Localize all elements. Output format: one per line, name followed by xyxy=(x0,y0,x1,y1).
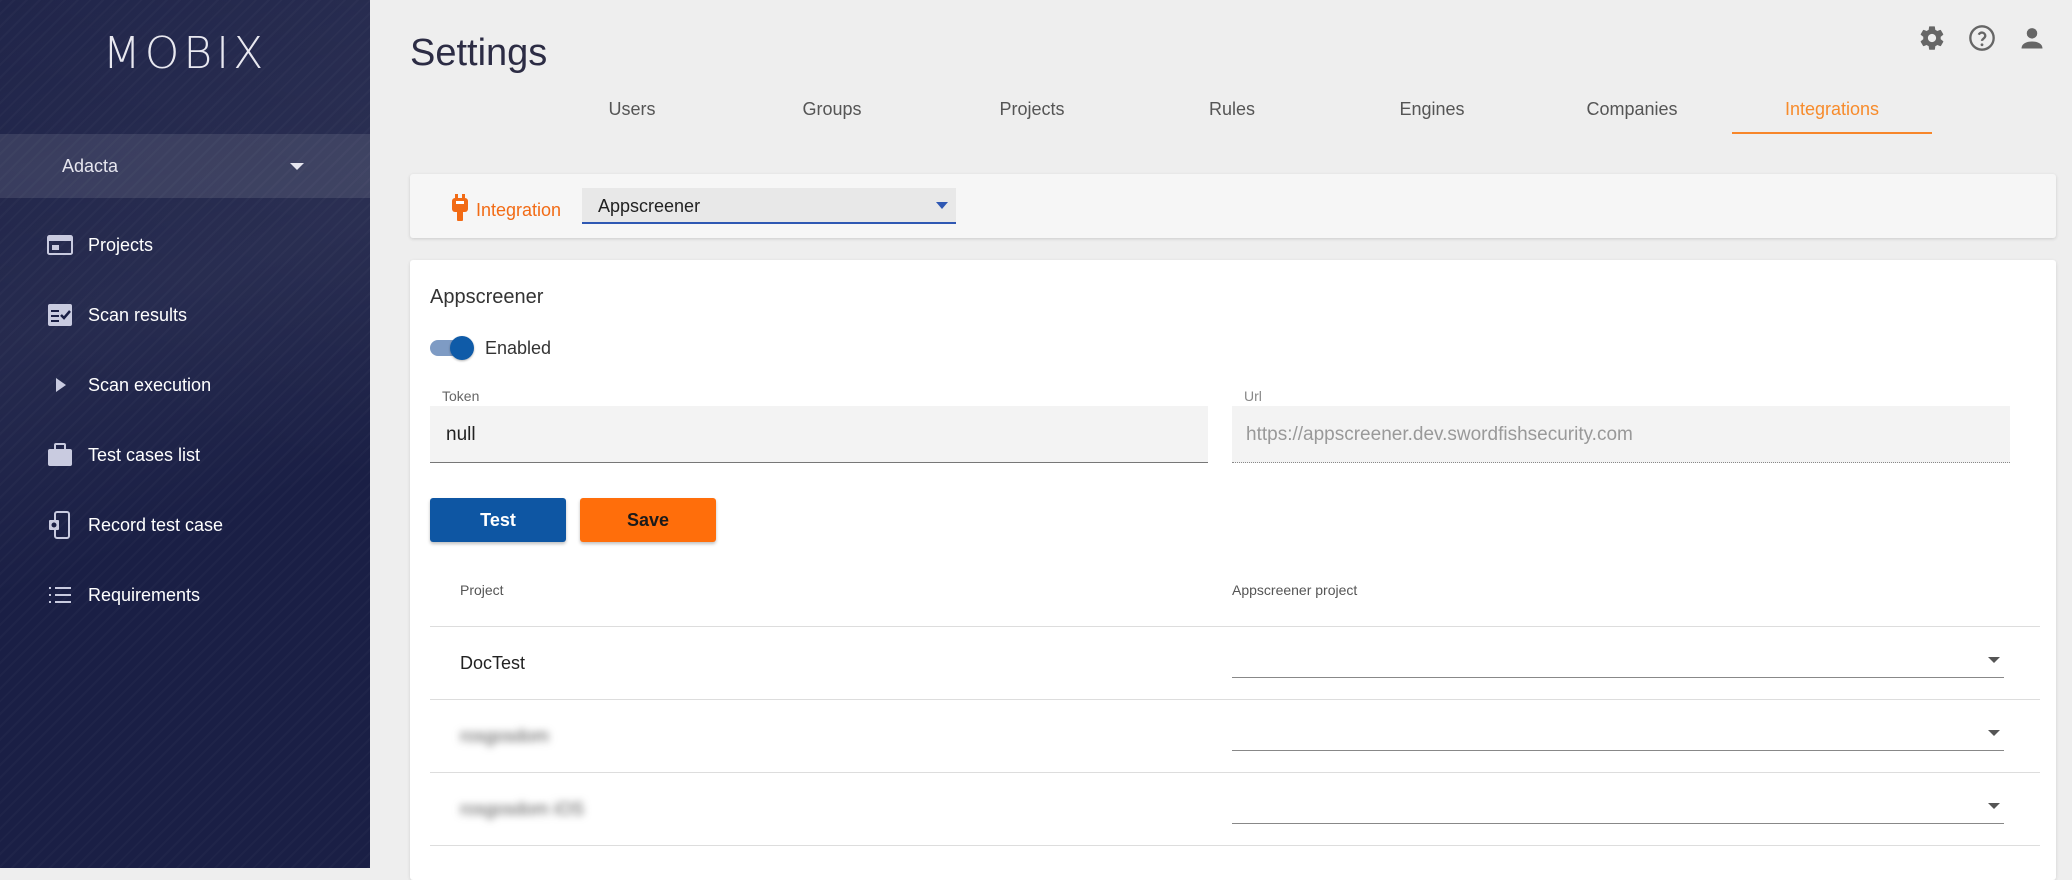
sidebar-item-scan-execution[interactable]: Scan execution xyxy=(0,350,370,420)
test-button[interactable]: Test xyxy=(430,498,566,542)
scan-results-icon xyxy=(46,301,74,329)
enabled-toggle[interactable] xyxy=(430,336,476,360)
settings-tabs: Users Groups Projects Rules Engines Comp… xyxy=(532,84,1932,134)
sidebar-item-record-test-case[interactable]: Record test case xyxy=(0,490,370,560)
tab-engines[interactable]: Engines xyxy=(1332,84,1532,134)
company-selector[interactable]: Adacta xyxy=(0,134,370,198)
project-mapping-table: Project Appscreener project DocTest rosg… xyxy=(430,560,2040,846)
url-field: https://appscreener.dev.swordfishsecurit… xyxy=(1232,406,2010,463)
account-icon[interactable] xyxy=(2018,24,2046,52)
list-icon xyxy=(46,581,74,609)
caret-down-icon xyxy=(1988,657,2000,663)
tab-projects[interactable]: Projects xyxy=(932,84,1132,134)
sidebar-item-label: Record test case xyxy=(88,514,224,535)
caret-down-icon xyxy=(936,202,948,209)
integration-select-value: Appscreener xyxy=(598,196,701,216)
token-value: null xyxy=(446,424,476,445)
tab-integrations[interactable]: Integrations xyxy=(1732,84,1932,134)
integration-selector-card: Integration Appscreener xyxy=(410,174,2056,238)
sidebar-item-label: Scan results xyxy=(88,304,188,325)
table-row: rosgosdom iOS xyxy=(430,773,2040,846)
tab-rules[interactable]: Rules xyxy=(1132,84,1332,134)
section-title: Appscreener xyxy=(430,286,544,308)
project-name: DocTest xyxy=(460,653,526,673)
table-row: DocTest xyxy=(430,627,2040,700)
appscreener-project-select[interactable] xyxy=(1232,791,2004,824)
plug-icon xyxy=(450,194,470,227)
caret-down-icon xyxy=(1988,803,2000,809)
integration-settings-card: Appscreener Enabled Token null Url https… xyxy=(410,260,2056,880)
help-icon[interactable] xyxy=(1968,24,1996,52)
project-name: rosgosdom xyxy=(460,726,550,746)
integration-label-text: Integration xyxy=(476,200,562,220)
column-header-appscreener-project: Appscreener project xyxy=(1232,582,1358,598)
app-logo: MOBIX xyxy=(102,28,268,79)
save-button[interactable]: Save xyxy=(580,498,716,542)
gear-icon[interactable] xyxy=(1918,24,1946,52)
play-icon xyxy=(46,371,74,399)
company-name: Adacta xyxy=(62,155,119,176)
url-value: https://appscreener.dev.swordfishsecurit… xyxy=(1246,424,1633,445)
projects-icon xyxy=(46,231,74,259)
sidebar: MOBIX Adacta Projects Scan results Scan … xyxy=(0,0,370,868)
toggle-knob xyxy=(450,336,474,360)
sidebar-item-label: Projects xyxy=(88,234,154,255)
record-device-icon xyxy=(46,511,74,539)
tab-groups[interactable]: Groups xyxy=(732,84,932,134)
integration-label: Integration xyxy=(450,194,561,227)
page-title: Settings xyxy=(410,32,548,74)
tab-users[interactable]: Users xyxy=(532,84,732,134)
token-field[interactable]: null xyxy=(430,406,1208,463)
table-header: Project Appscreener project xyxy=(430,560,2040,627)
enabled-label: Enabled xyxy=(485,338,552,358)
sidebar-nav: Projects Scan results Scan execution Tes… xyxy=(0,210,370,630)
integration-select[interactable]: Appscreener xyxy=(582,188,956,224)
appscreener-project-select[interactable] xyxy=(1232,645,2004,678)
sidebar-item-label: Test cases list xyxy=(88,444,201,465)
project-name: rosgosdom iOS xyxy=(460,799,585,819)
header-actions xyxy=(1918,24,2046,52)
tab-companies[interactable]: Companies xyxy=(1532,84,1732,134)
token-label: Token xyxy=(442,388,480,404)
sidebar-item-requirements[interactable]: Requirements xyxy=(0,560,370,630)
sidebar-item-projects[interactable]: Projects xyxy=(0,210,370,280)
sidebar-item-test-cases[interactable]: Test cases list xyxy=(0,420,370,490)
appscreener-project-select[interactable] xyxy=(1232,718,2004,751)
briefcase-icon xyxy=(46,441,74,469)
sidebar-item-scan-results[interactable]: Scan results xyxy=(0,280,370,350)
table-row: rosgosdom xyxy=(430,700,2040,773)
caret-down-icon xyxy=(290,162,304,170)
column-header-project: Project xyxy=(460,582,504,598)
sidebar-item-label: Scan execution xyxy=(88,374,212,395)
sidebar-item-label: Requirements xyxy=(88,584,201,605)
url-label: Url xyxy=(1244,388,1262,404)
caret-down-icon xyxy=(1988,730,2000,736)
